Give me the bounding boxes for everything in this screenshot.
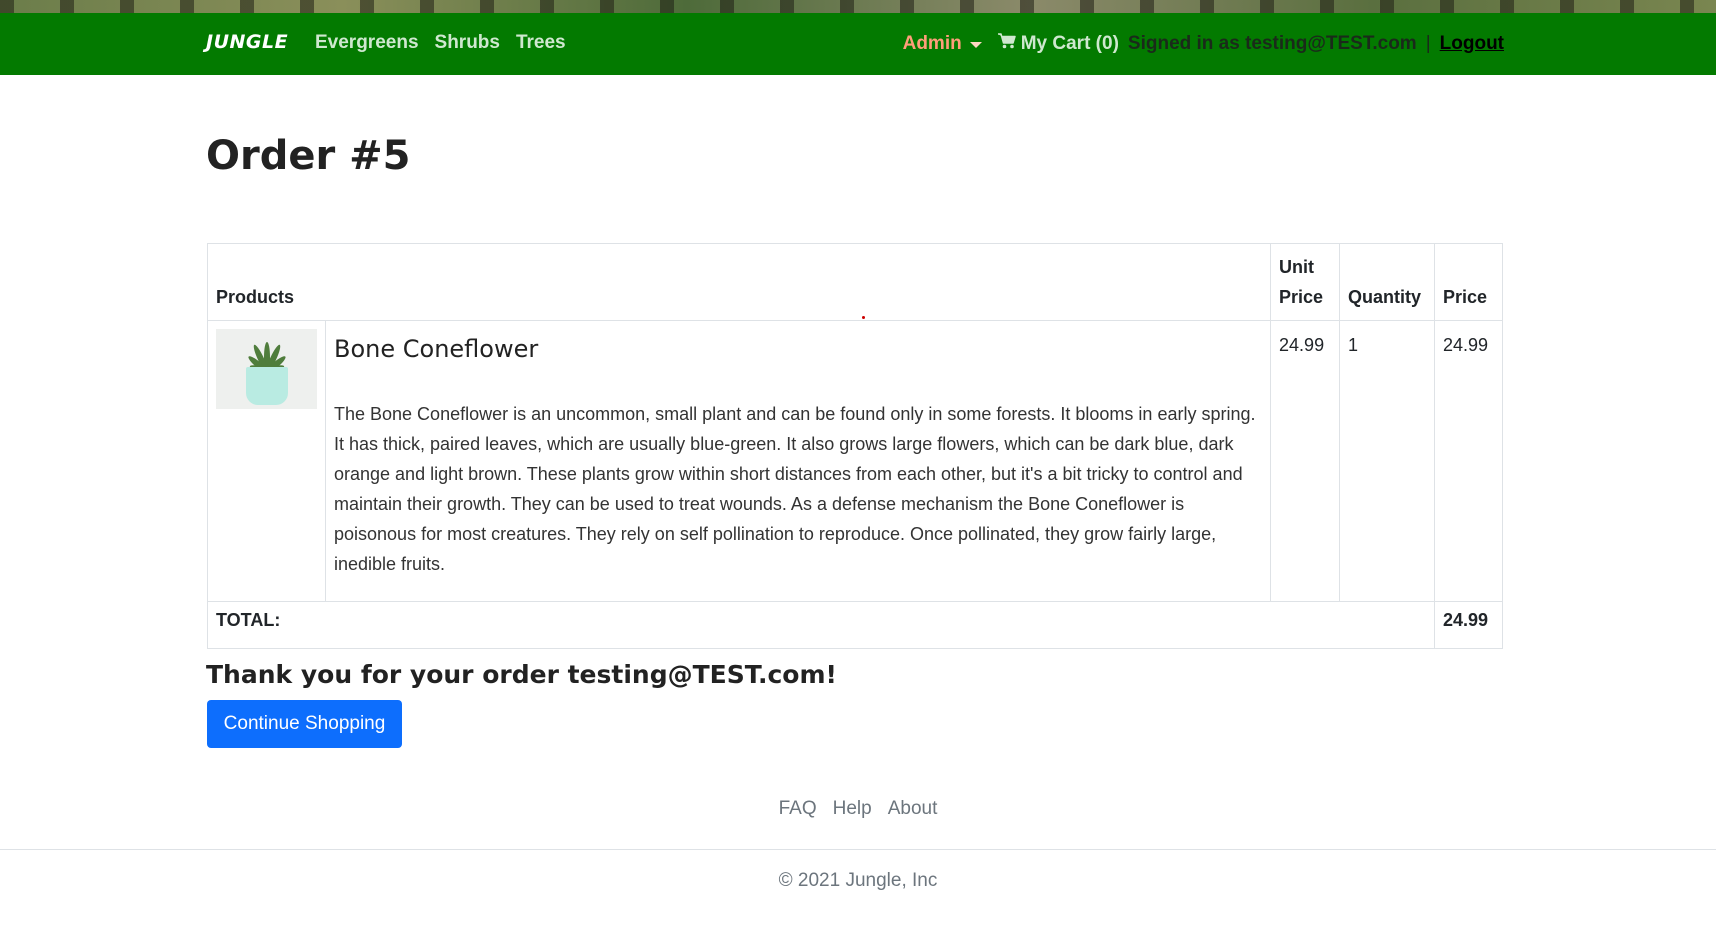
product-name: Bone Coneflower [334,335,539,363]
logout-link[interactable]: Logout [1440,33,1504,55]
table-header-row: Products Unit Price Quantity Price [206,243,1504,321]
copyright-text: © 2021 Jungle, Inc [778,870,938,891]
potted-succulent-image [216,329,317,409]
nav-link-evergreens[interactable]: Evergreens [315,32,419,54]
product-description: The Bone Coneflower is an uncommon, smal… [334,404,1256,574]
column-header-price: Price [1433,243,1504,321]
nav-link-shrubs[interactable]: Shrubs [435,32,500,54]
admin-label: Admin [902,32,962,54]
footer-link-faq[interactable]: FAQ [779,798,817,820]
total-label: TOTAL: [207,601,1435,649]
signed-in-text: Signed in as testing@TEST.com [1127,32,1417,54]
admin-dropdown[interactable]: Admin [903,33,982,55]
quantity-value: 1 [1339,320,1435,602]
unit-price-value: 24.99 [1270,320,1340,602]
footer-link-help[interactable]: Help [833,798,872,820]
footer-links: FAQ Help About [0,798,1716,820]
footer-link-about[interactable]: About [888,798,938,820]
plant-pot [246,367,288,405]
order-table: Products Unit Price Quantity Price Bone … [206,243,1504,649]
column-header-products: Products [206,243,1272,321]
unit-price-header-line1: Unit [1279,257,1315,277]
total-value: 24.99 [1433,601,1504,649]
thank-you-message: Thank you for your order testing@TEST.co… [206,660,837,689]
continue-shopping-button[interactable]: Continue Shopping [207,700,402,748]
product-image-cell [207,320,326,602]
category-nav: Evergreens Shrubs Trees [315,32,566,54]
shopping-cart-icon [997,32,1017,55]
header-background-image [0,0,1716,13]
cart-label: My Cart (0) [1020,32,1119,54]
page-title: Order #5 [206,133,411,179]
column-header-quantity: Quantity [1339,243,1435,321]
user-nav: Admin My Cart (0) Signed in as testing@T… [903,32,1504,55]
caret-down-icon [969,41,982,48]
cart-link[interactable]: My Cart (0) [997,32,1119,55]
top-navbar: JUNGLE Evergreens Shrubs Trees Admin My … [0,13,1716,75]
nav-link-trees[interactable]: Trees [516,32,566,54]
price-value: 24.99 [1433,320,1504,602]
footer-divider [0,849,1716,850]
column-header-unit-price: Unit Price [1270,243,1340,321]
unit-price-header-line2: Price [1279,287,1324,307]
brand-logo[interactable]: JUNGLE [206,31,288,53]
product-details-cell: Bone Coneflower The Bone Coneflower is a… [324,320,1272,602]
nav-separator: | [1425,32,1431,54]
table-row: Bone Coneflower The Bone Coneflower is a… [207,320,1504,602]
total-row: TOTAL: 24.99 [207,601,1504,649]
